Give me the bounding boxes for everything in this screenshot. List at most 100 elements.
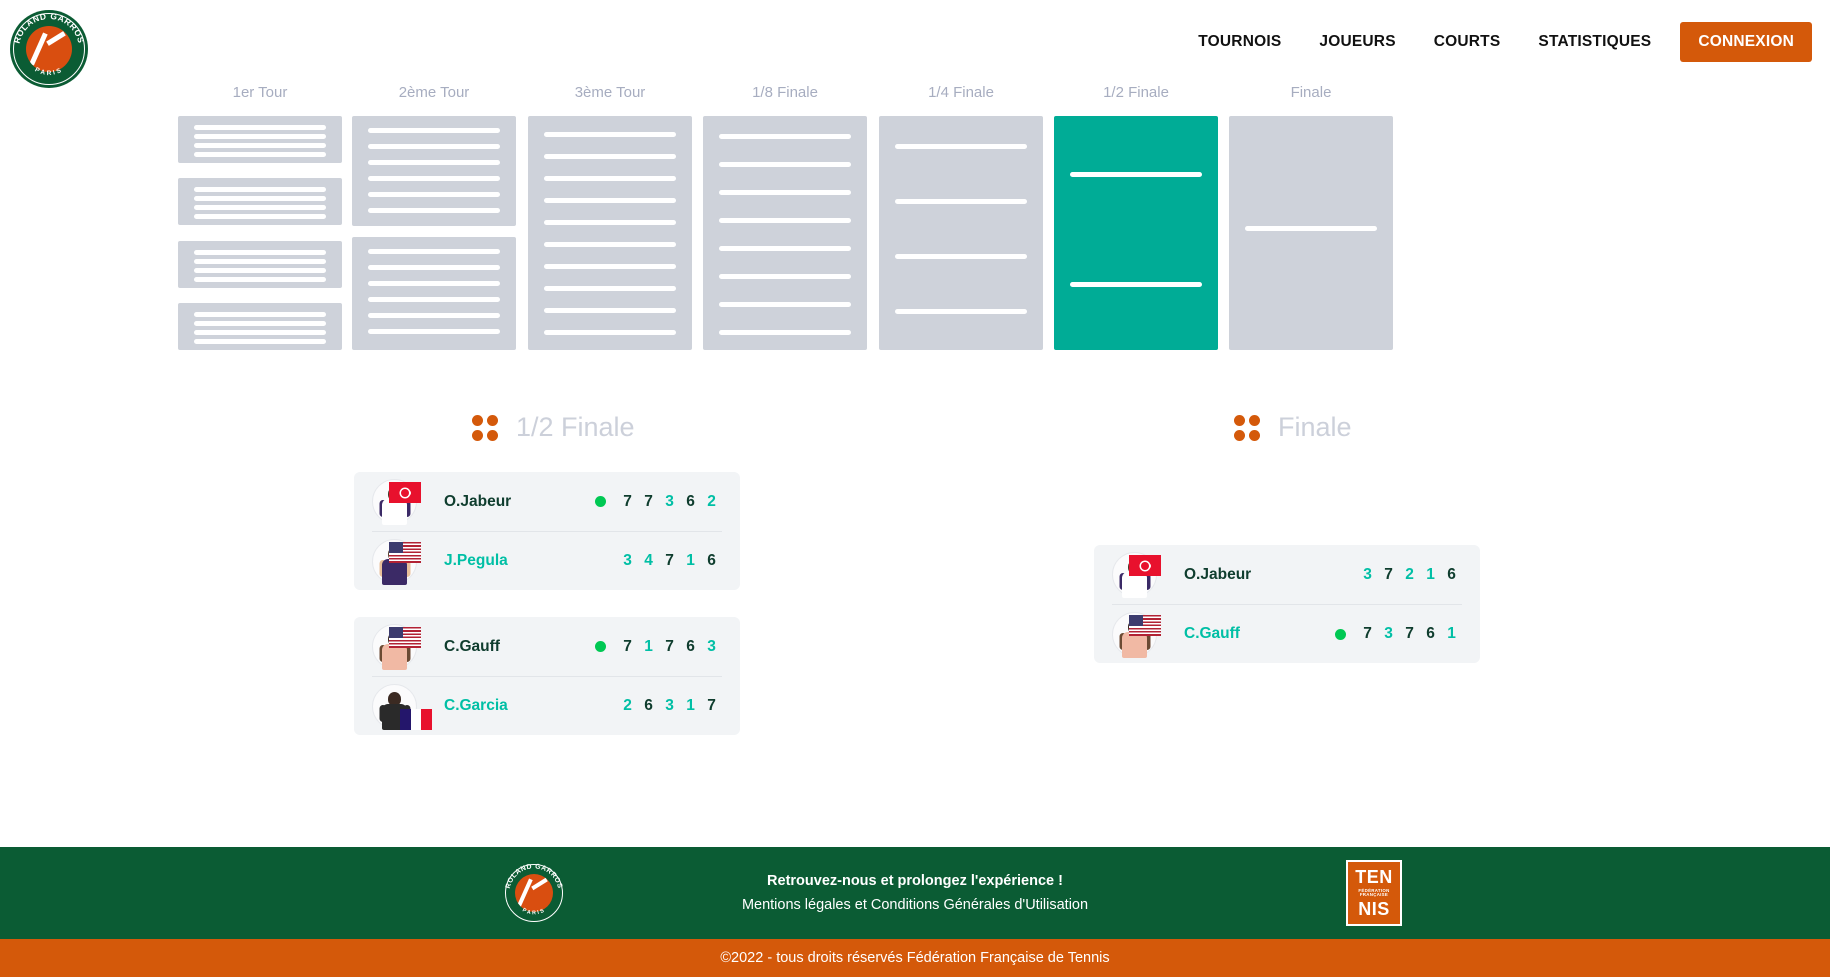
bracket-skeleton-block[interactable] [178, 303, 342, 350]
skeleton-line [194, 268, 326, 273]
bracket-column-header-1[interactable]: 1er Tour [178, 84, 342, 101]
skeleton-line [544, 242, 676, 247]
fft-logo[interactable]: TEN FÉDÉRATION FRANÇAISE NIS [1346, 860, 1402, 926]
skeleton-line [544, 154, 676, 159]
player-avatar [372, 683, 432, 730]
skeleton-line [194, 187, 326, 192]
player-name[interactable]: C.Gauff [1184, 625, 1240, 643]
rg-logo-ring-text: ROLAND GARROS PARIS [12, 11, 87, 77]
rg-logo-ring-text: ROLAND GARROS PARIS [505, 863, 563, 916]
bracket-skeleton-block[interactable] [178, 241, 342, 288]
bracket-skeleton-block[interactable] [352, 237, 516, 350]
score-group: 3 7 2 1 6 [1335, 545, 1462, 604]
login-button[interactable]: CONNEXION [1680, 22, 1812, 62]
footer-legal-link[interactable]: Mentions légales et Conditions Générales… [742, 897, 1088, 913]
nav-item-tournois[interactable]: TOURNOIS [1179, 33, 1300, 51]
bracket-skeleton-block[interactable] [528, 116, 692, 350]
match-row[interactable]: C.Garcia 2 6 3 1 7 [372, 676, 722, 735]
fft-logo-bottom: NIS [1358, 899, 1390, 920]
player-avatar [372, 479, 421, 525]
player-name[interactable]: C.Garcia [444, 697, 508, 715]
bracket-skeleton-block[interactable] [879, 116, 1043, 350]
skeleton-line [544, 132, 676, 137]
skeleton-line [194, 339, 326, 344]
player-name[interactable]: O.Jabeur [444, 493, 511, 511]
skeleton-line [368, 192, 500, 197]
bracket-skeleton-block[interactable] [178, 116, 342, 163]
skeleton-line [895, 309, 1027, 314]
skeleton-line [368, 281, 500, 286]
set-score: 6 [686, 637, 695, 655]
skeleton-line [544, 198, 676, 203]
four-dots-icon [1234, 414, 1260, 441]
skeleton-line [544, 286, 676, 291]
set-score: 3 [665, 697, 674, 714]
player-avatar [1112, 611, 1161, 658]
bracket-skeleton-block-active[interactable] [1054, 116, 1218, 350]
skeleton-line [544, 330, 676, 335]
skeleton-line [895, 199, 1027, 204]
skeleton-line [719, 218, 851, 223]
skeleton-line [544, 264, 676, 269]
set-score: 1 [1447, 625, 1456, 642]
set-score: 7 [623, 492, 632, 510]
svg-text:PARIS: PARIS [34, 66, 65, 77]
bracket-column-header-5[interactable]: 1/4 Finale [879, 84, 1043, 101]
winner-dot-placeholder [595, 701, 606, 712]
nav-item-joueurs[interactable]: JOUEURS [1300, 33, 1414, 51]
match-row[interactable]: C.Gauff 7 3 7 6 1 [1112, 604, 1462, 663]
match-card[interactable]: O.Jabeur 7 7 3 6 2 J.Pegula 3 4 7 1 6 [354, 472, 740, 590]
set-score: 1 [644, 637, 653, 655]
skeleton-line [368, 329, 500, 334]
rg-logo-circle: ROLAND GARROS PARIS [502, 861, 566, 925]
footer-roland-garros-logo[interactable]: ROLAND GARROS PARIS [502, 861, 566, 925]
set-score: 1 [1426, 565, 1435, 583]
match-row[interactable]: O.Jabeur 7 7 3 6 2 [372, 472, 722, 531]
set-score: 7 [623, 637, 632, 655]
bracket-column-header-3[interactable]: 3ème Tour [528, 84, 692, 101]
bracket-column-header-7[interactable]: Finale [1229, 84, 1393, 101]
skeleton-line [895, 254, 1027, 259]
section-label: Finale [1278, 412, 1352, 442]
bracket-overview: 1er Tour 2ème Tour 3ème Tour 1/8 Finale … [0, 84, 1830, 374]
bracket-skeleton-block[interactable] [1229, 116, 1393, 350]
player-name[interactable]: J.Pegula [444, 552, 508, 570]
set-score: 2 [707, 492, 716, 510]
roland-garros-logo[interactable]: ROLAND GARROS PARIS [10, 10, 88, 88]
skeleton-line [1245, 226, 1377, 231]
player-name[interactable]: C.Gauff [444, 638, 500, 656]
svg-text:ROLAND GARROS: ROLAND GARROS [505, 863, 563, 889]
bracket-skeleton-block[interactable] [178, 178, 342, 225]
nav-item-statistiques[interactable]: STATISTIQUES [1519, 33, 1670, 51]
bracket-column-header-6[interactable]: 1/2 Finale [1054, 84, 1218, 101]
nav-item-courts[interactable]: COURTS [1415, 33, 1520, 51]
footer-copyright-bar: ©2022 - tous droits réservés Fédération … [0, 939, 1830, 977]
bracket-skeleton-block[interactable] [352, 116, 516, 226]
match-row[interactable]: O.Jabeur 3 7 2 1 6 [1112, 545, 1462, 604]
match-row[interactable]: J.Pegula 3 4 7 1 6 [372, 531, 722, 590]
skeleton-line [368, 160, 500, 165]
skeleton-line [719, 274, 851, 279]
svg-text:ROLAND GARROS: ROLAND GARROS [12, 11, 87, 45]
bracket-skeleton-block[interactable] [703, 116, 867, 350]
match-card[interactable]: O.Jabeur 3 7 2 1 6 C.Gauff 7 3 7 6 1 [1094, 545, 1480, 663]
bracket-column-header-2[interactable]: 2ème Tour [352, 84, 516, 101]
winner-dot-icon [1335, 628, 1346, 640]
set-score: 3 [1384, 625, 1393, 642]
footer-main: ROLAND GARROS PARIS Retrouvez-nous et pr… [0, 847, 1830, 939]
player-avatar [372, 538, 421, 585]
player-avatar [372, 624, 421, 670]
match-card[interactable]: C.Gauff 7 1 7 6 3 C.Garcia 2 6 3 1 7 [354, 617, 740, 735]
set-score: 3 [1363, 565, 1372, 583]
bracket-column-header-4[interactable]: 1/8 Finale [703, 84, 867, 101]
skeleton-line [895, 144, 1027, 149]
flag-usa-icon [389, 627, 421, 648]
skeleton-line [368, 249, 500, 254]
set-score: 6 [644, 697, 653, 714]
skeleton-line [719, 190, 851, 195]
flag-usa-icon [1129, 614, 1161, 636]
skeleton-line [368, 208, 500, 213]
player-name[interactable]: O.Jabeur [1184, 566, 1251, 584]
match-row[interactable]: C.Gauff 7 1 7 6 3 [372, 617, 722, 676]
set-score: 7 [665, 637, 674, 655]
